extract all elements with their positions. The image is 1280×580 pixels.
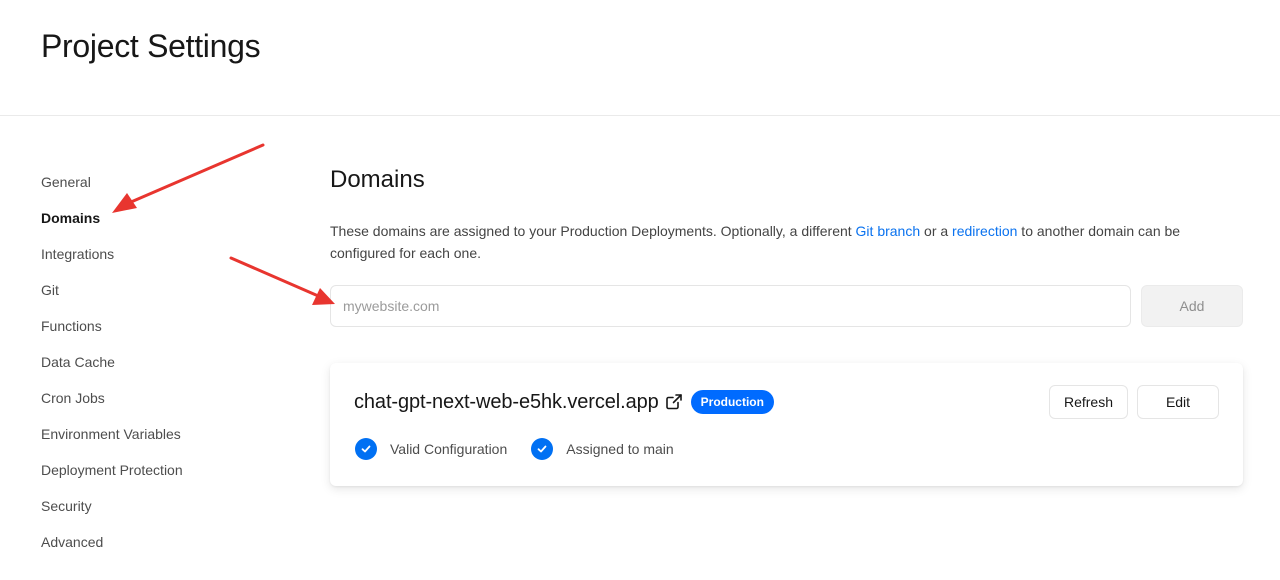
page-title: Project Settings: [41, 28, 261, 64]
sidebar-item-security[interactable]: Security: [41, 488, 281, 524]
add-domain-button[interactable]: Add: [1141, 285, 1243, 327]
sidebar-item-integrations[interactable]: Integrations: [41, 236, 281, 272]
description-text: These domains are assigned to your Produ…: [330, 223, 856, 239]
edit-button[interactable]: Edit: [1137, 385, 1219, 419]
check-circle-icon: [355, 438, 377, 460]
settings-sidebar: General Domains Integrations Git Functio…: [41, 164, 281, 560]
sidebar-item-environment-variables[interactable]: Environment Variables: [41, 416, 281, 452]
page-header: Project Settings: [0, 0, 1280, 116]
status-label: Valid Configuration: [390, 441, 508, 457]
domain-card: chat-gpt-next-web-e5hk.vercel.app Produc…: [330, 363, 1243, 486]
sidebar-item-deployment-protection[interactable]: Deployment Protection: [41, 452, 281, 488]
project-settings-page: Project Settings General Domains Integra…: [0, 0, 1280, 580]
section-title: Domains: [330, 166, 425, 193]
git-branch-link[interactable]: Git branch: [856, 223, 921, 239]
domain-name-link[interactable]: chat-gpt-next-web-e5hk.vercel.app: [354, 391, 659, 414]
description-text: or a: [920, 223, 953, 239]
domain-status-row: Valid Configuration Assigned to main: [355, 438, 698, 460]
refresh-button[interactable]: Refresh: [1049, 385, 1128, 419]
domains-section: Domains These domains are assigned to yo…: [330, 164, 1243, 486]
sidebar-item-functions[interactable]: Functions: [41, 308, 281, 344]
status-assigned-branch: Assigned to main: [531, 438, 674, 460]
production-badge: Production: [690, 390, 774, 414]
domain-input[interactable]: [330, 285, 1131, 327]
sidebar-item-git[interactable]: Git: [41, 272, 281, 308]
add-domain-row: Add: [330, 285, 1243, 327]
check-circle-icon: [531, 438, 554, 460]
sidebar-item-cron-jobs[interactable]: Cron Jobs: [41, 380, 281, 416]
domains-description: These domains are assigned to your Produ…: [330, 220, 1243, 264]
status-label: Assigned to main: [566, 441, 674, 457]
sidebar-item-domains[interactable]: Domains: [41, 200, 281, 236]
sidebar-item-advanced[interactable]: Advanced: [41, 524, 281, 560]
status-valid-configuration: Valid Configuration: [355, 438, 507, 460]
sidebar-item-general[interactable]: General: [41, 164, 281, 200]
external-link-icon[interactable]: [665, 393, 683, 411]
sidebar-item-data-cache[interactable]: Data Cache: [41, 344, 281, 380]
domain-header: chat-gpt-next-web-e5hk.vercel.app Produc…: [354, 387, 774, 417]
redirection-link[interactable]: redirection: [952, 223, 1017, 239]
